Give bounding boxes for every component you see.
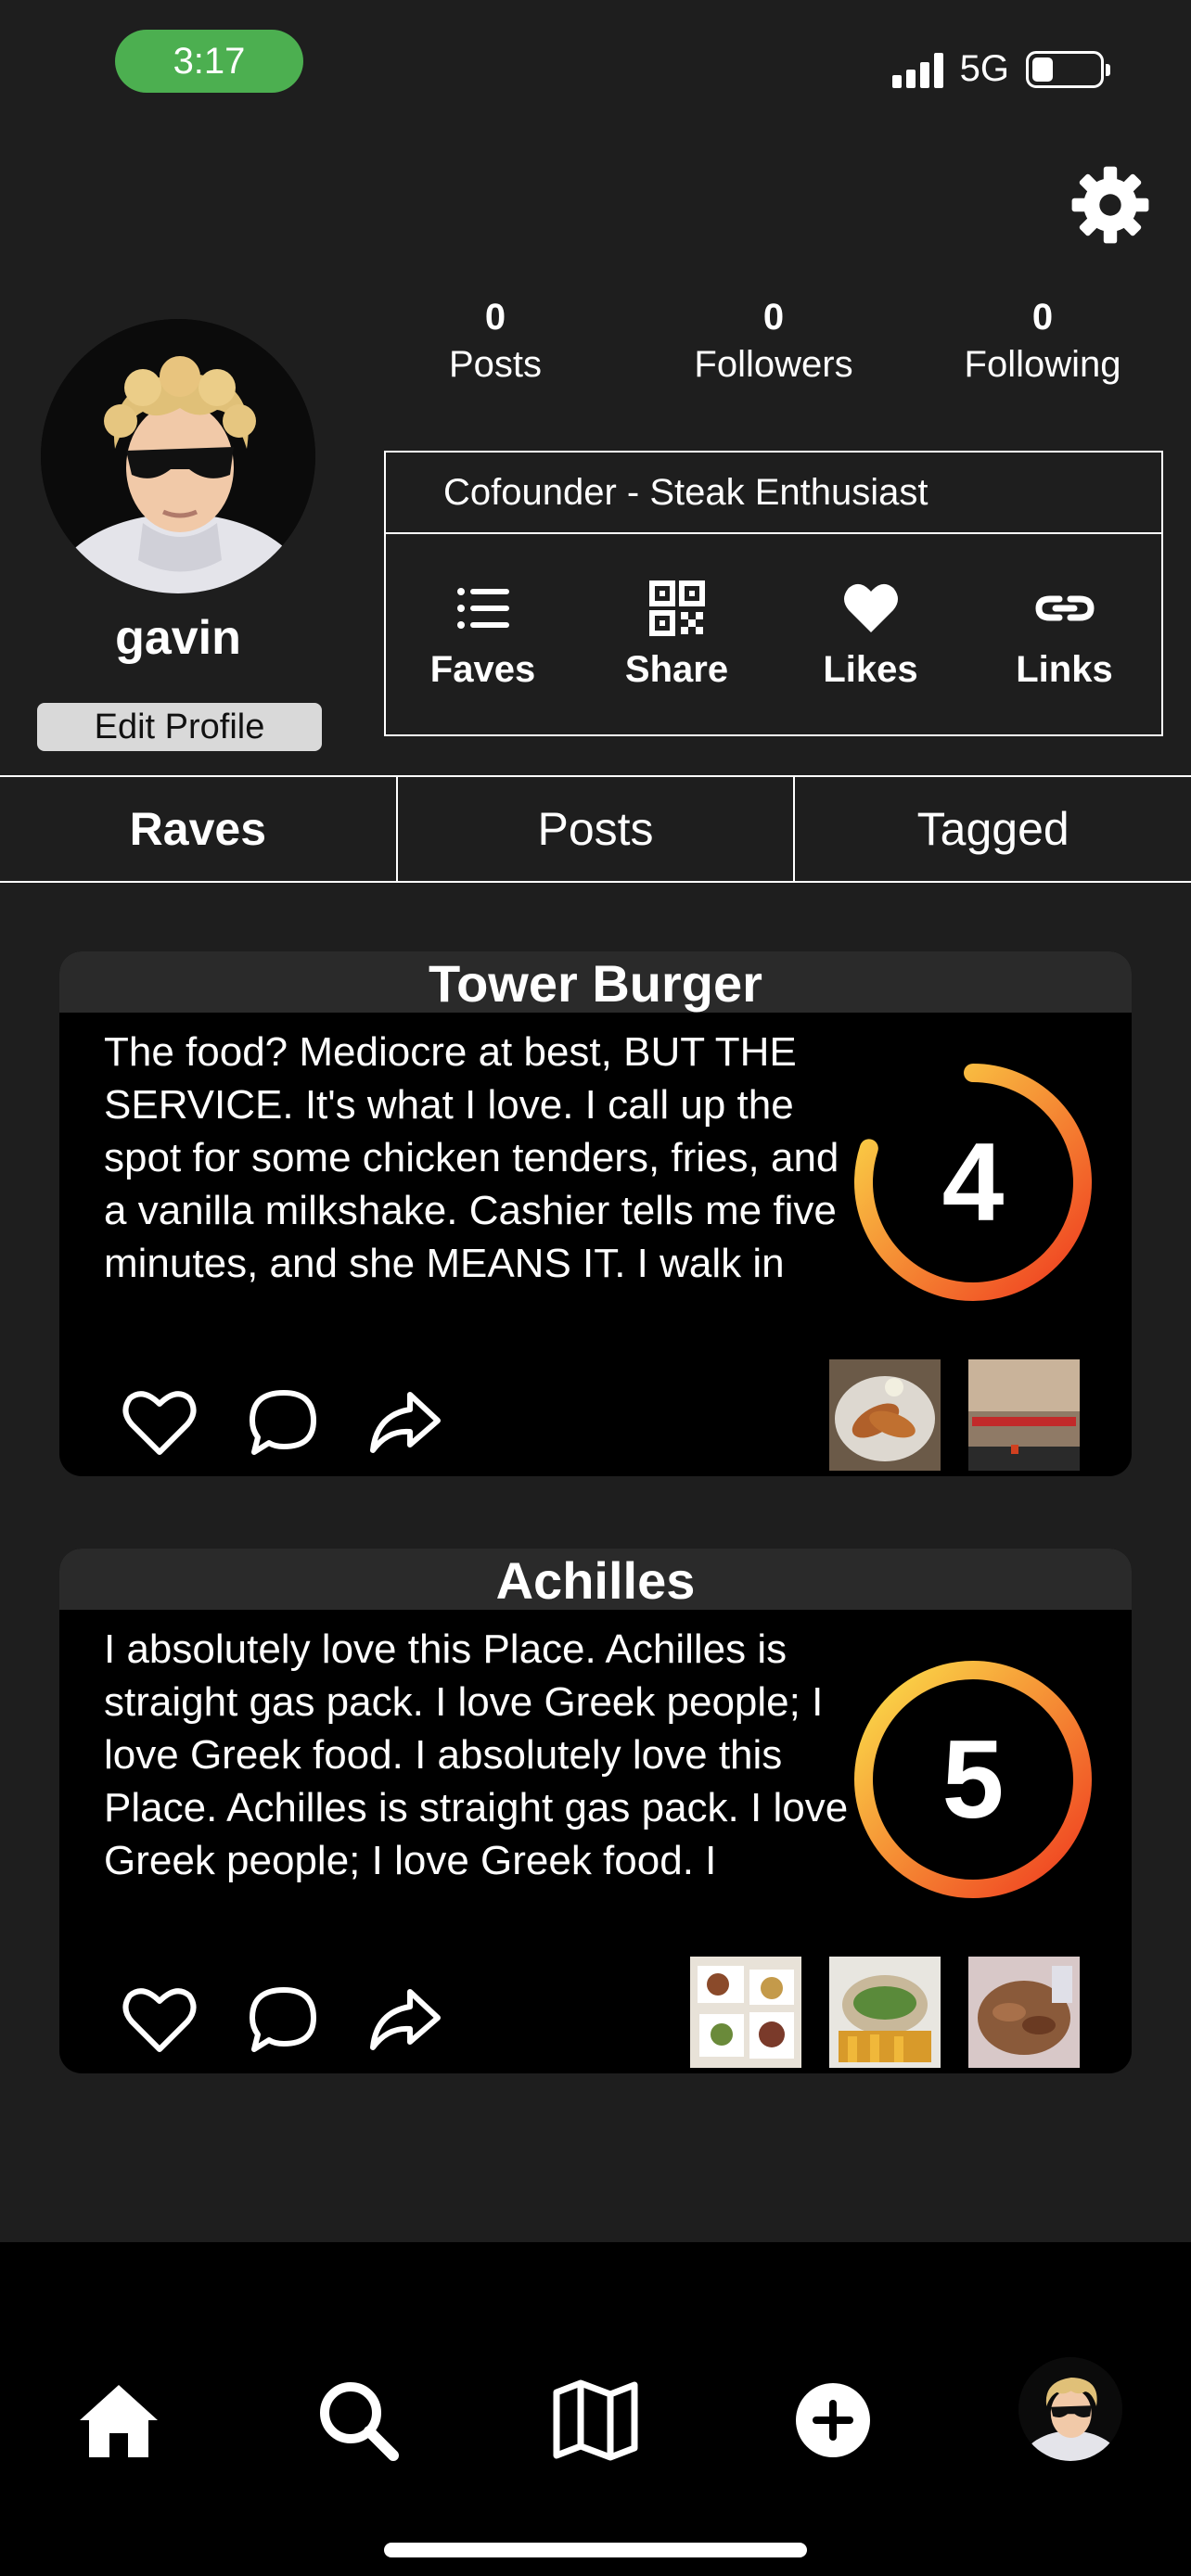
like-heart-icon[interactable] xyxy=(121,1981,198,2059)
profile-avatar[interactable] xyxy=(41,319,315,593)
signal-icon xyxy=(891,51,943,88)
profile-tabs: Raves Posts Tagged xyxy=(0,775,1191,883)
home-indicator xyxy=(384,2543,807,2557)
share-arrow-icon[interactable] xyxy=(365,1384,443,1461)
rave-photo[interactable] xyxy=(968,1359,1080,1471)
tab-tagged[interactable]: Tagged xyxy=(795,777,1191,881)
likes-button[interactable]: Likes xyxy=(774,579,967,691)
heart-icon xyxy=(843,583,898,632)
link-icon xyxy=(1034,595,1095,620)
stat-label: Following xyxy=(964,344,1121,385)
stat-label: Followers xyxy=(694,344,853,385)
home-icon[interactable] xyxy=(70,2372,167,2468)
profile-actions: Faves Share Likes Links xyxy=(386,534,1161,734)
rave-actions xyxy=(121,1384,443,1461)
rave-actions xyxy=(121,1981,443,2059)
stat-value: 0 xyxy=(762,297,785,338)
add-icon[interactable] xyxy=(785,2372,881,2468)
share-label: Share xyxy=(624,648,729,690)
share-arrow-icon[interactable] xyxy=(365,1981,443,2059)
settings-gear-icon[interactable] xyxy=(1069,163,1152,247)
rave-photo[interactable] xyxy=(690,1957,801,2068)
search-icon[interactable] xyxy=(310,2372,406,2468)
stat-label: Posts xyxy=(448,344,543,385)
share-button[interactable]: Share xyxy=(580,579,774,691)
rave-photos xyxy=(829,1359,1080,1471)
rave-card[interactable]: Tower Burger The food? Mediocre at best,… xyxy=(59,951,1132,1476)
rave-photo[interactable] xyxy=(829,1957,941,2068)
status-indicators: 5G xyxy=(891,48,1110,90)
status-time: 3:17 xyxy=(115,30,303,93)
rave-text: The food? Mediocre at best, BUT THE SERV… xyxy=(104,1029,839,1286)
comment-icon[interactable] xyxy=(243,1981,321,2059)
rave-title: Achilles xyxy=(59,1549,1132,1610)
like-heart-icon[interactable] xyxy=(121,1384,198,1461)
rave-title: Tower Burger xyxy=(59,951,1132,1013)
rave-card[interactable]: Achilles I absolutely love this Place. A… xyxy=(59,1549,1132,2073)
profile-stats: 0 Posts 0 Followers 0 Following xyxy=(403,297,1163,386)
stat-value: 0 xyxy=(1031,297,1054,338)
faves-button[interactable]: Faves xyxy=(386,579,580,691)
likes-label: Likes xyxy=(823,648,918,690)
stat-value: 0 xyxy=(484,297,506,338)
rave-photo[interactable] xyxy=(829,1359,941,1471)
bio-box: Cofounder - Steak Enthusiast Faves Share… xyxy=(384,451,1163,736)
rave-text: I absolutely love this Place. Achilles i… xyxy=(104,1626,849,1892)
stat-following[interactable]: 0 Following xyxy=(922,297,1163,386)
qr-code-icon xyxy=(648,580,705,636)
nav-profile-avatar[interactable] xyxy=(1018,2357,1122,2461)
edit-profile-button[interactable]: Edit Profile xyxy=(37,703,322,751)
stat-posts[interactable]: 0 Posts xyxy=(403,297,588,386)
list-icon xyxy=(456,587,509,629)
tab-posts[interactable]: Posts xyxy=(398,777,796,881)
tab-raves[interactable]: Raves xyxy=(0,777,398,881)
username: gavin xyxy=(115,611,241,665)
rating-value: 5 xyxy=(941,1717,1005,1842)
network-type: 5G xyxy=(959,48,1009,89)
links-label: Links xyxy=(1016,648,1113,690)
comment-icon[interactable] xyxy=(243,1384,321,1461)
rave-photo[interactable] xyxy=(968,1957,1080,2068)
battery-icon xyxy=(1026,50,1110,88)
stat-followers[interactable]: 0 Followers xyxy=(653,297,894,386)
rave-photos xyxy=(690,1957,1080,2068)
rating-value: 4 xyxy=(941,1120,1005,1244)
links-button[interactable]: Links xyxy=(967,579,1161,691)
map-icon[interactable] xyxy=(547,2372,644,2468)
faves-label: Faves xyxy=(429,648,536,690)
bottom-nav xyxy=(0,2242,1191,2576)
bio-text: Cofounder - Steak Enthusiast xyxy=(386,453,1161,534)
